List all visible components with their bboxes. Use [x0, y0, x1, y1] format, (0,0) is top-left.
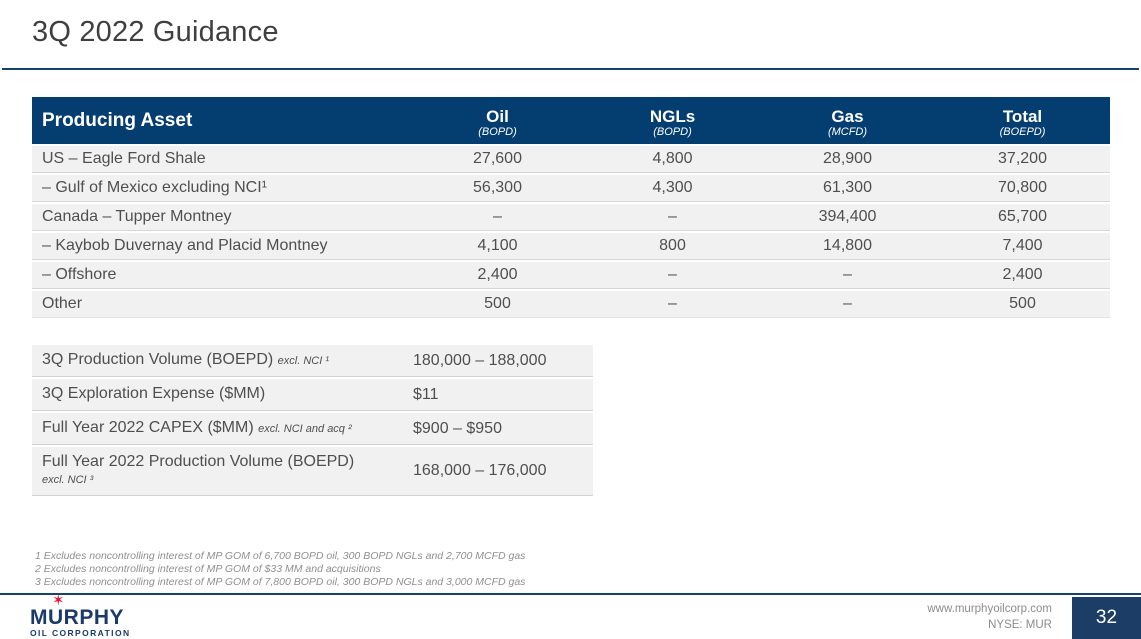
page-title: 3Q 2022 Guidance: [32, 16, 279, 48]
footnote-3: 3 Excludes noncontrolling interest of MP…: [35, 576, 526, 588]
column-header-label: NGLs: [649, 107, 696, 126]
column-header-gas: Gas (MCFD): [760, 97, 935, 144]
footnote-2: 2 Excludes noncontrolling interest of MP…: [35, 563, 381, 575]
guidance-label-note: excl. NCI ³: [42, 474, 94, 486]
table-row: – Offshore 2,400 – – 2,400: [32, 260, 1110, 289]
production-table: Producing Asset Oil (BOPD) NGLs (BOPD) G…: [32, 97, 1110, 318]
ngls-cell: –: [585, 289, 760, 318]
column-header-label: Gas: [831, 107, 864, 126]
star-icon: ✶: [52, 592, 65, 609]
gas-cell: 14,800: [760, 231, 935, 260]
guidance-label-note: excl. NCI and acq ²: [258, 423, 352, 435]
guidance-label-text: 3Q Production Volume (BOEPD): [42, 351, 274, 368]
slide: 3Q 2022 Guidance Producing Asset Oil (BO…: [0, 0, 1141, 639]
guidance-summary-table: 3Q Production Volume (BOEPD) excl. NCI ¹…: [32, 345, 593, 498]
column-header-producing-asset: Producing Asset: [32, 97, 410, 144]
guidance-label-note: excl. NCI ¹: [277, 355, 330, 367]
gas-cell: 61,300: [760, 173, 935, 202]
total-cell: 7,400: [935, 231, 1110, 260]
ngls-cell: 800: [585, 231, 760, 260]
total-cell: 37,200: [935, 144, 1110, 173]
table-row: Other 500 – – 500: [32, 289, 1110, 318]
gas-cell: –: [760, 289, 935, 318]
column-header-total: Total (BOEPD): [935, 97, 1110, 144]
gas-cell: –: [760, 260, 935, 289]
guidance-label: Full Year 2022 Production Volume (BOEPD)…: [32, 452, 405, 490]
page-number: 32: [1072, 597, 1141, 639]
asset-cell: Canada – Tupper Montney: [32, 202, 410, 231]
guidance-value: $11: [413, 385, 439, 403]
ngls-cell: –: [585, 202, 760, 231]
production-table-header-row: Producing Asset Oil (BOPD) NGLs (BOPD) G…: [32, 97, 1110, 144]
total-cell: 70,800: [935, 173, 1110, 202]
guidance-label-text: Full Year 2022 CAPEX ($MM): [42, 419, 254, 436]
column-header-unit: (BOEPD): [999, 126, 1046, 138]
footnote-1: 1 Excludes noncontrolling interest of MP…: [35, 550, 526, 562]
table-row: – Gulf of Mexico excluding NCI¹ 56,300 4…: [32, 173, 1110, 202]
column-header-unit: (MCFD): [827, 126, 868, 138]
column-header-ngls: NGLs (BOPD): [585, 97, 760, 144]
ngls-cell: –: [585, 260, 760, 289]
asset-cell: – Gulf of Mexico excluding NCI¹: [32, 173, 410, 202]
ngls-cell: 4,800: [585, 144, 760, 173]
guidance-label: 3Q Production Volume (BOEPD) excl. NCI ¹: [32, 350, 405, 371]
gas-cell: 28,900: [760, 144, 935, 173]
website-link: www.murphyoilcorp.com: [927, 603, 1052, 615]
footer-meta: www.murphyoilcorp.com NYSE: MUR: [927, 601, 1052, 633]
list-item: 3Q Production Volume (BOEPD) excl. NCI ¹…: [32, 345, 593, 377]
guidance-label: Full Year 2022 CAPEX ($MM) excl. NCI and…: [32, 418, 405, 439]
oil-cell: 27,600: [410, 144, 585, 173]
column-header-unit: (BOPD): [653, 126, 692, 138]
column-header-unit: (BOPD): [478, 126, 517, 138]
oil-cell: –: [410, 202, 585, 231]
gas-cell: 394,400: [760, 202, 935, 231]
table-row: Canada – Tupper Montney – – 394,400 65,7…: [32, 202, 1110, 231]
column-header-label: Producing Asset: [42, 109, 193, 131]
list-item: Full Year 2022 Production Volume (BOEPD)…: [32, 447, 593, 496]
guidance-label-text: Full Year 2022 Production Volume (BOEPD): [42, 453, 355, 470]
oil-cell: 500: [410, 289, 585, 318]
column-header-oil: Oil (BOPD): [410, 97, 585, 144]
footnotes: 1 Excludes noncontrolling interest of MP…: [35, 550, 525, 589]
logo-wordmark: MURPHY: [30, 606, 125, 629]
column-header-label: Total: [1002, 107, 1043, 126]
guidance-value: 180,000 – 188,000: [413, 351, 547, 369]
guidance-value: 168,000 – 176,000: [413, 462, 547, 479]
title-divider: [2, 68, 1139, 70]
table-row: – Kaybob Duvernay and Placid Montney 4,1…: [32, 231, 1110, 260]
oil-cell: 56,300: [410, 173, 585, 202]
list-item: 3Q Exploration Expense ($MM) $11: [32, 379, 593, 411]
oil-cell: 2,400: [410, 260, 585, 289]
list-item: Full Year 2022 CAPEX ($MM) excl. NCI and…: [32, 413, 593, 445]
asset-cell: US – Eagle Ford Shale: [32, 144, 410, 173]
guidance-value: $900 – $950: [413, 419, 502, 437]
total-cell: 65,700: [935, 202, 1110, 231]
asset-cell: Other: [32, 289, 410, 318]
logo-subtitle: OIL CORPORATION: [30, 628, 131, 638]
footer-divider: [0, 593, 1141, 595]
stock-ticker: NYSE: MUR: [988, 619, 1052, 631]
total-cell: 500: [935, 289, 1110, 318]
guidance-label-text: 3Q Exploration Expense ($MM): [42, 385, 266, 402]
column-header-label: Oil: [486, 107, 509, 126]
guidance-label: 3Q Exploration Expense ($MM): [32, 384, 405, 405]
oil-cell: 4,100: [410, 231, 585, 260]
ngls-cell: 4,300: [585, 173, 760, 202]
murphy-oil-logo: ✶ MURPHY OIL CORPORATION: [30, 593, 150, 638]
total-cell: 2,400: [935, 260, 1110, 289]
asset-cell: – Kaybob Duvernay and Placid Montney: [32, 231, 410, 260]
table-row: US – Eagle Ford Shale 27,600 4,800 28,90…: [32, 144, 1110, 173]
asset-cell: – Offshore: [32, 260, 410, 289]
